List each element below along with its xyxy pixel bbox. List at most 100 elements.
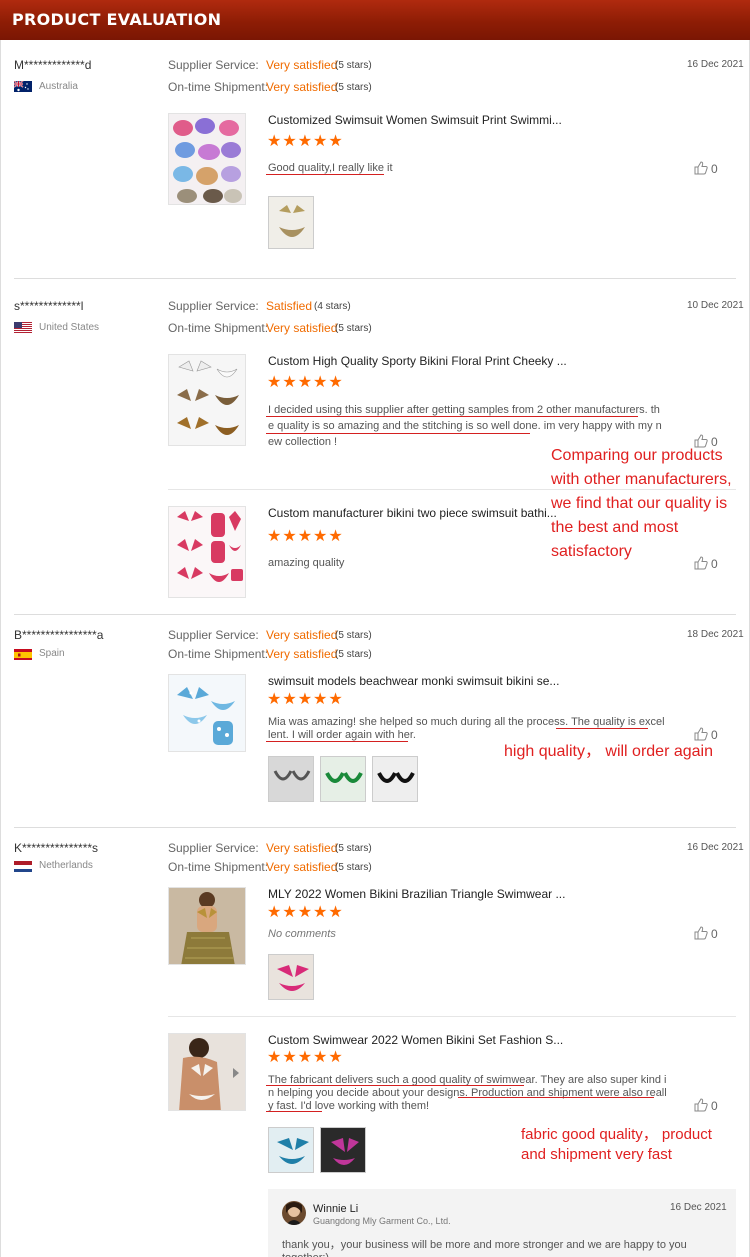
ontime-shipment-value: Very satisfied bbox=[266, 80, 338, 94]
annotation-high-quality: high quality， will order again bbox=[504, 743, 714, 760]
supplier-service-label: Supplier Service: bbox=[168, 628, 259, 642]
ontime-shipment-value: Very satisfied bbox=[266, 860, 338, 874]
supplier-service-value: Satisfied bbox=[266, 299, 313, 313]
product-name[interactable]: MLY 2022 Women Bikini Brazilian Triangle… bbox=[268, 887, 565, 901]
annotation-quality-comparison: Comparing our products with other manufa… bbox=[551, 447, 732, 560]
product-image[interactable] bbox=[168, 113, 246, 205]
supplier-service-stars: (5 stars) bbox=[335, 630, 372, 641]
ontime-shipment-stars: (5 stars) bbox=[335, 862, 372, 873]
reviewer-name: s*************l bbox=[14, 299, 84, 313]
review-photo[interactable] bbox=[320, 756, 366, 802]
section-title: PRODUCT EVALUATION bbox=[12, 10, 222, 29]
thumbs-up-icon bbox=[694, 727, 708, 741]
annotation-fast-shipment: fabric good quality， product and shipmen… bbox=[521, 1126, 712, 1163]
comment-underline bbox=[266, 1111, 322, 1112]
avatar bbox=[282, 1201, 306, 1225]
review-date: 16 Dec 2021 bbox=[687, 59, 744, 70]
review-comment-line: e quality is so amazing and the stitchin… bbox=[268, 420, 662, 432]
reviewer-name: K***************s bbox=[14, 841, 99, 855]
reviewer-country: Spain bbox=[39, 648, 65, 659]
reviewer-name: B****************a bbox=[14, 628, 104, 642]
supplier-service-stars: (4 stars) bbox=[314, 301, 351, 312]
flag-spain-icon bbox=[14, 648, 32, 660]
reply-date: 16 Dec 2021 bbox=[670, 1202, 727, 1213]
rating-stars: ★★★★★ bbox=[267, 904, 344, 921]
product-name[interactable]: Custom manufacturer bikini two piece swi… bbox=[268, 506, 557, 520]
reviewer-country: United States bbox=[39, 322, 100, 333]
like-count: 0 bbox=[711, 1099, 718, 1113]
review-photo[interactable] bbox=[268, 1127, 314, 1173]
reviewer-name: M*************d bbox=[14, 58, 92, 72]
supplier-service-label: Supplier Service: bbox=[168, 58, 259, 72]
supplier-service-label: Supplier Service: bbox=[168, 841, 259, 855]
product-name[interactable]: Customized Swimsuit Women Swimsuit Print… bbox=[268, 113, 562, 127]
supplier-service-stars: (5 stars) bbox=[335, 843, 372, 854]
ontime-shipment-stars: (5 stars) bbox=[335, 649, 372, 660]
review-comment: amazing quality bbox=[268, 557, 345, 569]
like-count: 0 bbox=[711, 162, 718, 176]
supplier-service-value: Very satisfied bbox=[266, 841, 338, 855]
product-image[interactable] bbox=[168, 887, 246, 965]
review-divider bbox=[14, 827, 736, 828]
thumbs-up-icon bbox=[694, 926, 708, 940]
ontime-shipment-stars: (5 stars) bbox=[335, 323, 372, 334]
product-name[interactable]: Custom High Quality Sporty Bikini Floral… bbox=[268, 354, 567, 368]
review-date: 10 Dec 2021 bbox=[687, 300, 744, 311]
review-photo[interactable] bbox=[320, 1127, 366, 1173]
product-divider bbox=[168, 1016, 736, 1017]
like-button[interactable]: 0 bbox=[694, 1098, 718, 1113]
review-divider bbox=[14, 614, 736, 615]
reply-company: Guangdong Mly Garment Co., Ltd. bbox=[313, 1216, 451, 1226]
review-photo[interactable] bbox=[268, 196, 314, 249]
comment-underline bbox=[266, 1085, 524, 1086]
section-header: PRODUCT EVALUATION bbox=[0, 0, 750, 40]
product-image[interactable] bbox=[168, 354, 246, 446]
review-comment: No comments bbox=[268, 928, 336, 940]
supplier-service-value: Very satisfied bbox=[266, 628, 338, 642]
product-image[interactable] bbox=[168, 506, 246, 598]
seller-reply: Winnie Li Guangdong Mly Garment Co., Ltd… bbox=[268, 1189, 736, 1257]
supplier-service-label: Supplier Service: bbox=[168, 299, 259, 313]
ontime-shipment-label: On-time Shipment: bbox=[168, 647, 269, 661]
product-name[interactable]: Custom Swimwear 2022 Women Bikini Set Fa… bbox=[268, 1033, 563, 1047]
comment-underline bbox=[266, 416, 638, 417]
flag-united-states-icon bbox=[14, 321, 32, 333]
thumbs-up-icon bbox=[694, 161, 708, 175]
flag-netherlands-icon bbox=[14, 860, 32, 872]
ontime-shipment-value: Very satisfied bbox=[266, 647, 338, 661]
reply-author: Winnie Li bbox=[313, 1203, 359, 1215]
ontime-shipment-label: On-time Shipment: bbox=[168, 321, 269, 335]
ontime-shipment-value: Very satisfied bbox=[266, 321, 338, 335]
like-button[interactable]: 0 bbox=[694, 926, 718, 941]
reviewer-country: Australia bbox=[39, 81, 78, 92]
review-date: 18 Dec 2021 bbox=[687, 629, 744, 640]
review-photo[interactable] bbox=[372, 756, 418, 802]
thumbs-up-icon bbox=[694, 1098, 708, 1112]
product-name[interactable]: swimsuit models beachwear monki swimsuit… bbox=[268, 674, 559, 688]
supplier-service-value: Very satisfied bbox=[266, 58, 338, 72]
rating-stars: ★★★★★ bbox=[267, 374, 344, 391]
comment-underline bbox=[266, 174, 384, 175]
review-photo[interactable] bbox=[268, 954, 314, 1000]
comment-underline bbox=[266, 741, 408, 742]
comment-underline bbox=[266, 433, 530, 434]
ontime-shipment-label: On-time Shipment: bbox=[168, 860, 269, 874]
comment-underline bbox=[458, 1097, 654, 1098]
ontime-shipment-stars: (5 stars) bbox=[335, 82, 372, 93]
flag-australia-icon bbox=[14, 80, 32, 92]
supplier-service-stars: (5 stars) bbox=[335, 60, 372, 71]
product-image[interactable] bbox=[168, 674, 246, 752]
review-photo[interactable] bbox=[268, 756, 314, 802]
rating-stars: ★★★★★ bbox=[267, 691, 344, 708]
like-button[interactable]: 0 bbox=[694, 161, 718, 176]
rating-stars: ★★★★★ bbox=[267, 528, 344, 545]
reviewer-country: Netherlands bbox=[39, 860, 93, 871]
comment-underline bbox=[556, 728, 648, 729]
reply-text: thank you，your business will be more and… bbox=[282, 1239, 687, 1257]
review-comment-line: ew collection ! bbox=[268, 436, 338, 448]
product-image[interactable] bbox=[168, 1033, 246, 1111]
rating-stars: ★★★★★ bbox=[267, 1049, 344, 1066]
like-count: 0 bbox=[711, 927, 718, 941]
ontime-shipment-label: On-time Shipment: bbox=[168, 80, 269, 94]
review-date: 16 Dec 2021 bbox=[687, 842, 744, 853]
